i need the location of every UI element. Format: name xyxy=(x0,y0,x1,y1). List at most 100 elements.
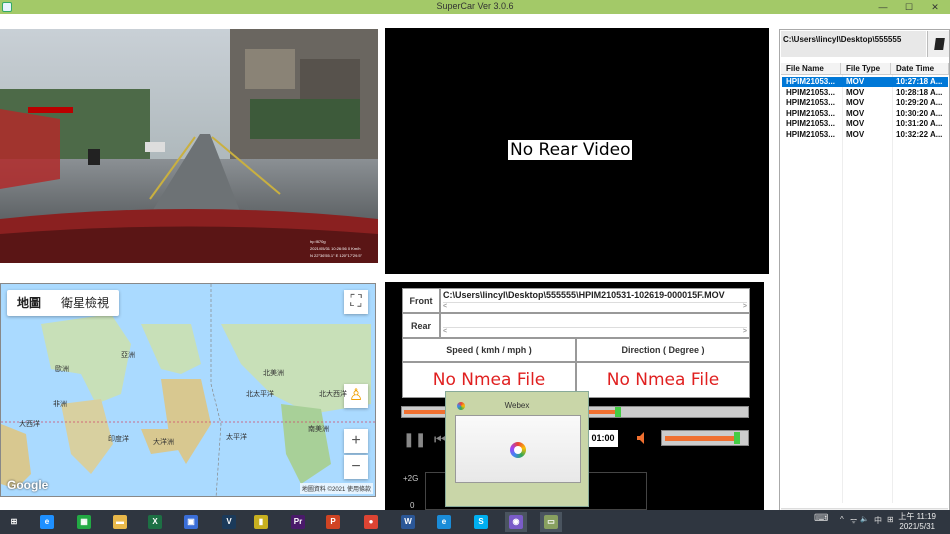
taskbar-store-button[interactable]: ▦ xyxy=(73,512,95,532)
title-bar: SuperCar Ver 3.0.6 — ☐ ✕ xyxy=(0,0,950,14)
popup-preview[interactable] xyxy=(455,415,581,483)
map-label-europe: 歐洲 xyxy=(55,366,69,373)
clock[interactable]: 上午 11:19 2021/5/31 xyxy=(898,512,936,532)
map-label-oceania: 大洋洲 xyxy=(153,439,174,446)
edge-icon: e xyxy=(437,515,451,529)
file-row-name: HPIM21053... xyxy=(786,129,835,139)
start-icon: ⊞ xyxy=(7,515,21,529)
map-view[interactable]: 地圖 衛星檢視 ⛶ ♙ + − 歐洲 亞洲 北美洲 非洲 南美洲 大洋洲 印度洋… xyxy=(0,283,376,497)
zoom-in-button[interactable]: + xyxy=(344,429,368,453)
remote-icon: ▣ xyxy=(184,515,198,529)
taskbar-edge-button[interactable]: e xyxy=(433,512,455,532)
maximize-button[interactable]: ☐ xyxy=(896,0,922,14)
map-tab-map[interactable]: 地圖 xyxy=(7,290,51,316)
file-row[interactable]: HPIM21053... MOV 10:27:18 A... xyxy=(782,77,948,87)
minimize-button[interactable]: — xyxy=(870,0,896,14)
network-icon[interactable]: ᯤ xyxy=(850,515,857,526)
map-label-south-america: 南美洲 xyxy=(308,426,329,433)
taskbar-premiere-button[interactable]: Pr xyxy=(287,512,309,532)
popup-title: Webex xyxy=(504,401,530,410)
file-row-time: 10:29:20 A... xyxy=(896,98,943,107)
file-row-type: MOV xyxy=(846,119,865,128)
premiere-icon: Pr xyxy=(291,515,305,529)
map-tab-satellite[interactable]: 衛星檢視 xyxy=(51,290,119,316)
vegas-icon: V xyxy=(222,515,236,529)
excel-icon: X xyxy=(148,515,162,529)
window-title: SuperCar Ver 3.0.6 xyxy=(436,1,514,11)
rear-label: Rear xyxy=(402,313,440,338)
front-video-view[interactable]: hp f870g 2021/05/31 10:26:56 0 Km/h N 22… xyxy=(0,29,378,263)
overlay-line3: N 22°36'55.1" E 120°17'29.5" xyxy=(310,253,363,258)
rear-video-view[interactable]: No Rear Video xyxy=(385,28,769,274)
file-row[interactable]: HPIM21053... MOV 10:31:20 A... xyxy=(782,119,948,129)
map-label-north-atlantic: 北大西洋 xyxy=(319,391,347,398)
volume-fill xyxy=(665,436,737,441)
file-row-name: HPIM21053... xyxy=(786,98,835,107)
zoom-out-button[interactable]: − xyxy=(344,455,368,479)
scroll-right-icon[interactable]: > xyxy=(743,303,747,310)
front-path-field[interactable]: C:\Users\lincyl\Desktop\555555\HPIM21053… xyxy=(440,288,750,313)
taskbar-supercar-button[interactable]: ▭ xyxy=(540,512,562,532)
col-header-file-type[interactable]: File Type xyxy=(841,63,891,75)
taskbar-start-button[interactable]: ⊞ xyxy=(3,512,25,532)
overlay-line1: hp f870g xyxy=(310,239,326,244)
map-footer[interactable]: 地圖資料 ©2021 使用條款 xyxy=(299,483,373,494)
scroll-left-icon[interactable]: < xyxy=(443,328,447,335)
file-row-time: 10:27:18 A... xyxy=(896,77,943,86)
volume-tray-icon[interactable]: 🔈 xyxy=(860,515,869,523)
taskbar-chrome-button[interactable]: ● xyxy=(360,512,382,532)
ime-icon[interactable]: ⊞ xyxy=(887,515,894,524)
clock-date: 2021/5/31 xyxy=(899,522,935,531)
webex-popup[interactable]: Webex xyxy=(445,391,589,507)
taskbar-remote-button[interactable]: ▣ xyxy=(180,512,202,532)
col-header-date-time[interactable]: Date Time xyxy=(891,63,949,75)
taskbar-lock-button[interactable]: ▮ xyxy=(250,512,272,532)
word-icon: W xyxy=(401,515,415,529)
taskbar-ie-button[interactable]: e xyxy=(36,512,58,532)
taskbar: ⊞ e ▦ ▬ X ▣ V ▮ Pr P ● We S ◉ ▭ ⌨ ^ ᯤ 🔈 中 ⊞ 上午 11:19 2… xyxy=(0,510,950,534)
map-label-north-america: 北美洲 xyxy=(263,370,284,377)
rear-path-field[interactable]: < > xyxy=(440,313,750,338)
taskbar-excel-button[interactable]: X xyxy=(144,512,166,532)
front-path-text: C:\Users\lincyl\Desktop\555555\HPIM21053… xyxy=(443,290,725,300)
taskbar-powerpoint-button[interactable]: P xyxy=(322,512,344,532)
file-row[interactable]: HPIM21053... MOV 10:29:20 A... xyxy=(782,98,948,108)
explorer-icon: ▬ xyxy=(113,515,127,529)
playback-progress-thumb[interactable] xyxy=(615,407,622,417)
show-hidden-icons[interactable]: ^ xyxy=(840,515,844,524)
map-label-asia: 亞洲 xyxy=(121,352,135,359)
front-label: Front xyxy=(402,288,440,313)
direction-value: No Nmea File xyxy=(576,362,750,398)
col-header-file-name[interactable]: File Name xyxy=(781,63,841,75)
taskbar-skype-button[interactable]: S xyxy=(470,512,492,532)
file-row-type: MOV xyxy=(846,87,865,97)
language-indicator[interactable]: 中 xyxy=(874,515,882,526)
pause-button[interactable]: ❚❚ xyxy=(403,431,426,448)
taskbar-webex-button[interactable]: ◉ xyxy=(505,512,527,532)
taskbar-explorer-button[interactable]: ▬ xyxy=(109,512,131,532)
fullscreen-icon[interactable]: ⛶ xyxy=(344,290,368,314)
no-rear-video-text: No Rear Video xyxy=(508,140,633,160)
volume-thumb[interactable] xyxy=(734,432,740,444)
taskbar-word-button[interactable]: W xyxy=(397,512,419,532)
webex-icon: ◉ xyxy=(509,515,523,529)
volume-icon[interactable] xyxy=(637,432,647,444)
scroll-right-icon[interactable]: > xyxy=(743,328,747,335)
taskbar-vegas-button[interactable]: V xyxy=(218,512,240,532)
front-path-scrollbar[interactable]: < > xyxy=(443,302,747,311)
file-row[interactable]: HPIM21053... MOV 10:32:22 A... xyxy=(782,130,948,140)
file-list-panel: C:\Users\lincyl\Desktop\555555 File Name… xyxy=(779,29,950,522)
rear-path-scrollbar[interactable]: < > xyxy=(443,327,747,336)
map-label-north-pacific: 北太平洋 xyxy=(246,391,274,398)
scroll-left-icon[interactable]: < xyxy=(443,303,447,310)
close-button[interactable]: ✕ xyxy=(922,0,948,14)
clock-time: 上午 11:19 xyxy=(898,512,936,521)
volume-slider[interactable] xyxy=(661,430,749,446)
file-row[interactable]: HPIM21053... MOV 10:30:20 A... xyxy=(782,109,948,119)
file-row[interactable]: HPIM21053... MOV 10:28:18 A... xyxy=(782,88,948,98)
open-folder-button[interactable] xyxy=(927,31,949,57)
gsensor-label-top: +2G xyxy=(403,474,419,483)
keyboard-icon[interactable]: ⌨ xyxy=(814,513,828,524)
pegman-icon[interactable]: ♙ xyxy=(344,384,368,408)
folder-icon xyxy=(934,38,945,50)
